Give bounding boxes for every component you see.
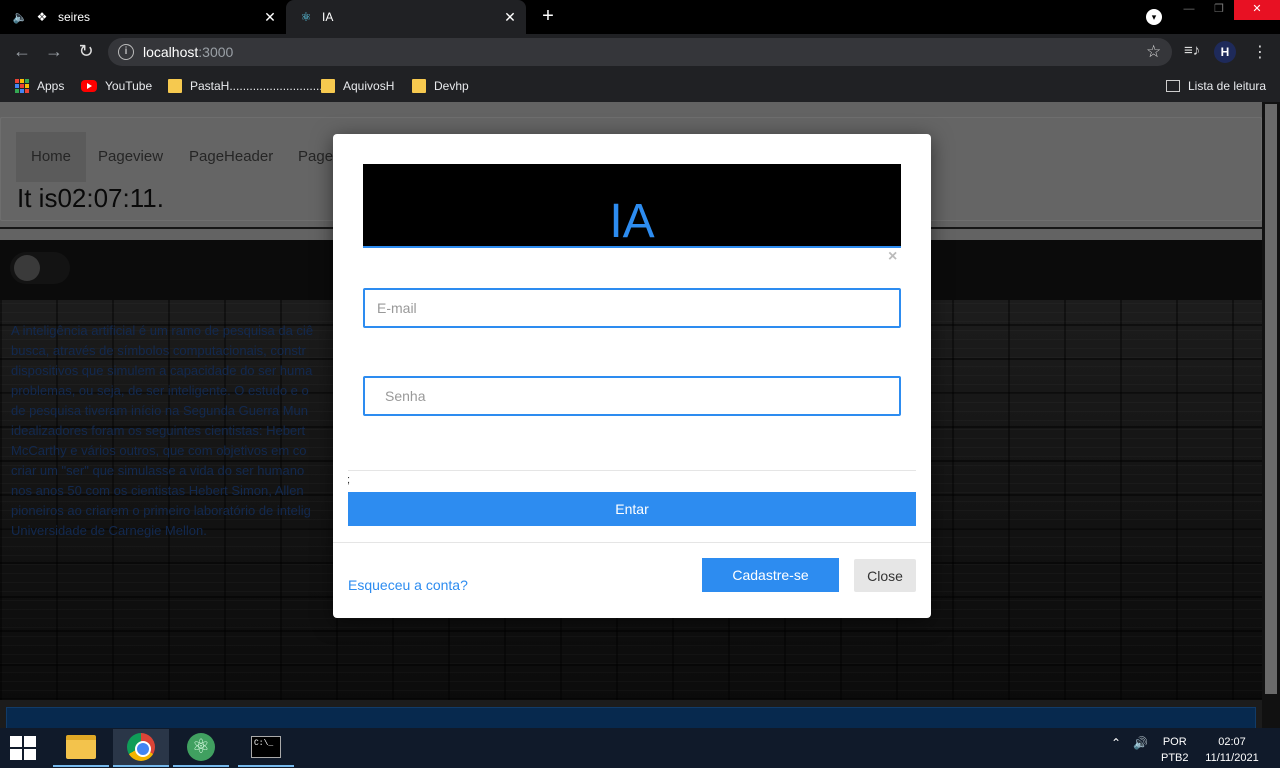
tab-close-icon[interactable]: ✕ <box>502 9 518 25</box>
clock-time: 02:07 <box>1218 736 1246 748</box>
login-button[interactable]: Entar <box>348 492 916 526</box>
separator-char: ; <box>347 474 351 486</box>
bookmark-label: AquivosH <box>343 79 395 93</box>
nav-home[interactable]: Home <box>16 132 87 182</box>
nav-pageheader[interactable]: PageHeader <box>174 132 288 182</box>
url-host: localhost <box>143 44 199 60</box>
url-text[interactable]: localhost:3000 <box>143 44 233 60</box>
site-favicon-icon: ❖ <box>36 10 48 24</box>
bookmark-label: Devhp <box>434 79 469 93</box>
volume-icon[interactable]: 🔊 <box>1133 736 1148 750</box>
password-field[interactable] <box>363 376 901 416</box>
tab-title: seires <box>58 10 91 24</box>
reading-list-icon <box>1166 80 1180 92</box>
atom-logo-icon: ⚛ <box>187 733 215 761</box>
input-language[interactable]: POR PTB2 <box>1161 734 1189 766</box>
lang-layout: PTB2 <box>1161 752 1189 764</box>
bookmark-label: PastaH.............................. <box>190 79 330 93</box>
tab-close-icon[interactable]: ✕ <box>262 9 278 25</box>
folder-icon <box>66 735 96 759</box>
tab-ia[interactable]: ⚛ IA ✕ <box>286 0 526 34</box>
modal-footer-divider <box>333 542 931 543</box>
bookmark-apps[interactable]: Apps <box>15 77 64 95</box>
bookmark-star-icon[interactable]: ☆ <box>1146 42 1161 62</box>
media-queue-icon[interactable]: ≡♪ <box>1184 42 1200 59</box>
tab-search-icon[interactable]: ▾ <box>1146 9 1162 25</box>
youtube-icon <box>81 80 97 92</box>
bookmarks-bar: Apps YouTube PastaH.....................… <box>0 70 1280 102</box>
show-hidden-icons-icon[interactable]: ⌃ <box>1111 736 1121 750</box>
browser-tab-bar: 🔈 ❖ seires ✕ ⚛ IA ✕ + ▾ — ❐ ✕ <box>0 0 1280 34</box>
windows-start-icon[interactable] <box>10 736 38 760</box>
clock-date: 11/11/2021 <box>1205 752 1259 764</box>
separator-line <box>348 470 916 471</box>
nav-pageview[interactable]: Pageview <box>83 132 178 182</box>
audio-icon[interactable]: 🔈 <box>12 9 28 25</box>
tab-title: IA <box>322 10 334 24</box>
bookmark-aquivosh[interactable]: AquivosH <box>321 77 394 95</box>
clock-text: It is02:07:11. <box>17 183 164 213</box>
system-clock[interactable]: 02:07 11/11/2021 <box>1203 734 1261 766</box>
scrollbar-thumb[interactable] <box>1265 104 1277 694</box>
folder-icon <box>321 79 335 93</box>
chrome-icon[interactable] <box>113 729 169 767</box>
modal-title: IA <box>609 195 655 248</box>
modal-close-icon[interactable]: × <box>888 248 897 266</box>
bookmark-pastah[interactable]: PastaH.............................. <box>168 77 329 95</box>
cmd-icon[interactable]: C:\_ <box>238 729 294 767</box>
file-explorer-icon[interactable] <box>53 729 109 767</box>
react-icon: ⚛ <box>300 10 312 24</box>
lang-code: POR <box>1162 736 1187 748</box>
more-menu-icon[interactable]: ⋮ <box>1252 42 1268 62</box>
window-controls: — ❐ ✕ <box>1174 0 1280 20</box>
apps-grid-icon <box>15 79 29 93</box>
chrome-logo-icon <box>127 733 155 761</box>
bookmark-devhp[interactable]: Devhp <box>412 77 469 95</box>
bookmark-label: Apps <box>37 79 65 93</box>
terminal-icon: C:\_ <box>251 736 281 758</box>
profile-avatar[interactable]: H <box>1214 41 1236 63</box>
close-button[interactable]: Close <box>854 559 916 592</box>
maximize-icon[interactable]: ❐ <box>1204 0 1234 20</box>
reading-list-label: Lista de leitura <box>1188 79 1267 93</box>
footer-bar <box>6 707 1256 728</box>
reading-list-button[interactable]: Lista de leitura <box>1166 77 1266 95</box>
signup-button[interactable]: Cadastre-se <box>702 558 839 592</box>
window-close-icon[interactable]: ✕ <box>1234 0 1280 20</box>
toggle-knob[interactable] <box>14 255 40 281</box>
reload-icon[interactable]: ↻ <box>74 40 98 64</box>
address-bar[interactable] <box>108 38 1172 66</box>
folder-icon <box>168 79 182 93</box>
back-icon[interactable]: ← <box>10 40 34 64</box>
forward-icon[interactable]: → <box>42 40 66 64</box>
folder-icon <box>412 79 426 93</box>
hero-text: A inteligência artificial é um ramo de p… <box>11 323 314 538</box>
email-field[interactable] <box>363 288 901 328</box>
tab-seires[interactable]: 🔈 ❖ seires ✕ <box>0 0 286 34</box>
bookmark-youtube[interactable]: YouTube <box>81 77 152 95</box>
bookmark-label: YouTube <box>105 79 153 93</box>
site-info-icon[interactable]: i <box>118 44 134 60</box>
login-modal: IA × ; Entar Esqueceu a conta? Cadastre-… <box>333 134 931 618</box>
new-tab-button[interactable]: + <box>538 6 558 26</box>
forgot-account-link[interactable]: Esqueceu a conta? <box>348 577 468 593</box>
minimize-icon[interactable]: — <box>1174 0 1204 20</box>
atom-icon[interactable]: ⚛ <box>173 729 229 767</box>
modal-banner: IA <box>363 164 901 248</box>
url-port: :3000 <box>198 44 234 60</box>
